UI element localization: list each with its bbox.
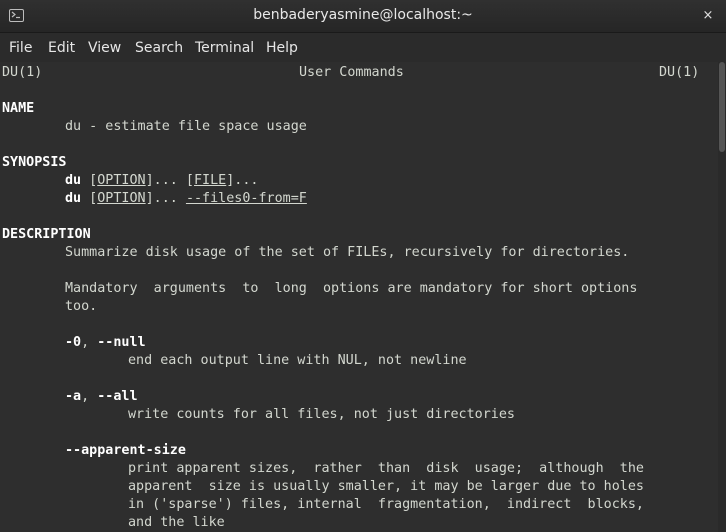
terminal-output[interactable]: DU(1) User Commands DU(1) NAME du - esti… — [0, 62, 726, 532]
synopsis-file: FILE — [194, 173, 227, 188]
synopsis-line-2: du [OPTION]... --files0-from=F — [65, 191, 307, 206]
man-header-right: DU(1) — [659, 65, 700, 80]
option-apparent-desc-4: and the like — [128, 515, 225, 530]
section-name-heading: NAME — [2, 101, 35, 116]
title-bar[interactable]: benbaderyasmine@localhost:~ × — [0, 0, 726, 33]
synopsis-cmd: du — [65, 191, 82, 206]
menu-file[interactable]: File — [9, 40, 32, 56]
man-header-left: DU(1) — [2, 65, 43, 80]
window-title: benbaderyasmine@localhost:~ — [253, 7, 473, 23]
option-apparent-desc-1: print apparent sizes, rather than disk u… — [128, 461, 644, 476]
option-apparent-desc-2: apparent size is usually smaller, it may… — [128, 479, 644, 494]
scrollbar[interactable] — [718, 62, 726, 532]
description-line-2: Mandatory arguments to long options are … — [65, 281, 638, 296]
section-synopsis-heading: SYNOPSIS — [2, 155, 67, 170]
menu-terminal[interactable]: Terminal — [195, 40, 254, 56]
synopsis-files0: --files0-from=F — [185, 191, 307, 206]
description-line-1: Summarize disk usage of the set of FILEs… — [65, 245, 630, 260]
menu-bar: File Edit View Search Terminal Help — [0, 33, 726, 62]
option-all-desc: write counts for all files, not just dir… — [128, 407, 515, 422]
option-long: --null — [97, 335, 146, 350]
menu-help[interactable]: Help — [266, 40, 298, 56]
synopsis-line-1: du [OPTION]... [FILE]... — [65, 173, 259, 188]
synopsis-option: OPTION — [97, 173, 146, 188]
synopsis-mid: ]... — [145, 191, 186, 206]
terminal-window: benbaderyasmine@localhost:~ × File Edit … — [0, 0, 726, 532]
section-description-heading: DESCRIPTION — [2, 227, 91, 242]
option-null: -0, --null — [65, 335, 146, 350]
close-icon[interactable]: × — [701, 9, 715, 23]
synopsis-cmd: du — [65, 173, 82, 188]
option-short: -0 — [65, 335, 82, 350]
synopsis-mid: ]... [ — [145, 173, 194, 188]
scrollbar-thumb[interactable] — [719, 62, 725, 152]
man-header-center: User Commands — [299, 65, 404, 80]
option-apparent-desc-3: in ('sparse') files, internal fragmentat… — [128, 497, 644, 512]
description-line-3: too. — [65, 299, 98, 314]
option-long: --all — [97, 389, 138, 404]
menu-edit[interactable]: Edit — [48, 40, 75, 56]
menu-search[interactable]: Search — [135, 40, 183, 56]
name-text: du - estimate file space usage — [65, 119, 307, 134]
synopsis-option: OPTION — [97, 191, 146, 206]
option-all: -a, --all — [65, 389, 138, 404]
option-short: -a — [65, 389, 82, 404]
synopsis-end: ]... — [226, 173, 259, 188]
option-apparent-size: --apparent-size — [65, 443, 186, 458]
menu-view[interactable]: View — [88, 40, 121, 56]
option-null-desc: end each output line with NUL, not newli… — [128, 353, 467, 368]
